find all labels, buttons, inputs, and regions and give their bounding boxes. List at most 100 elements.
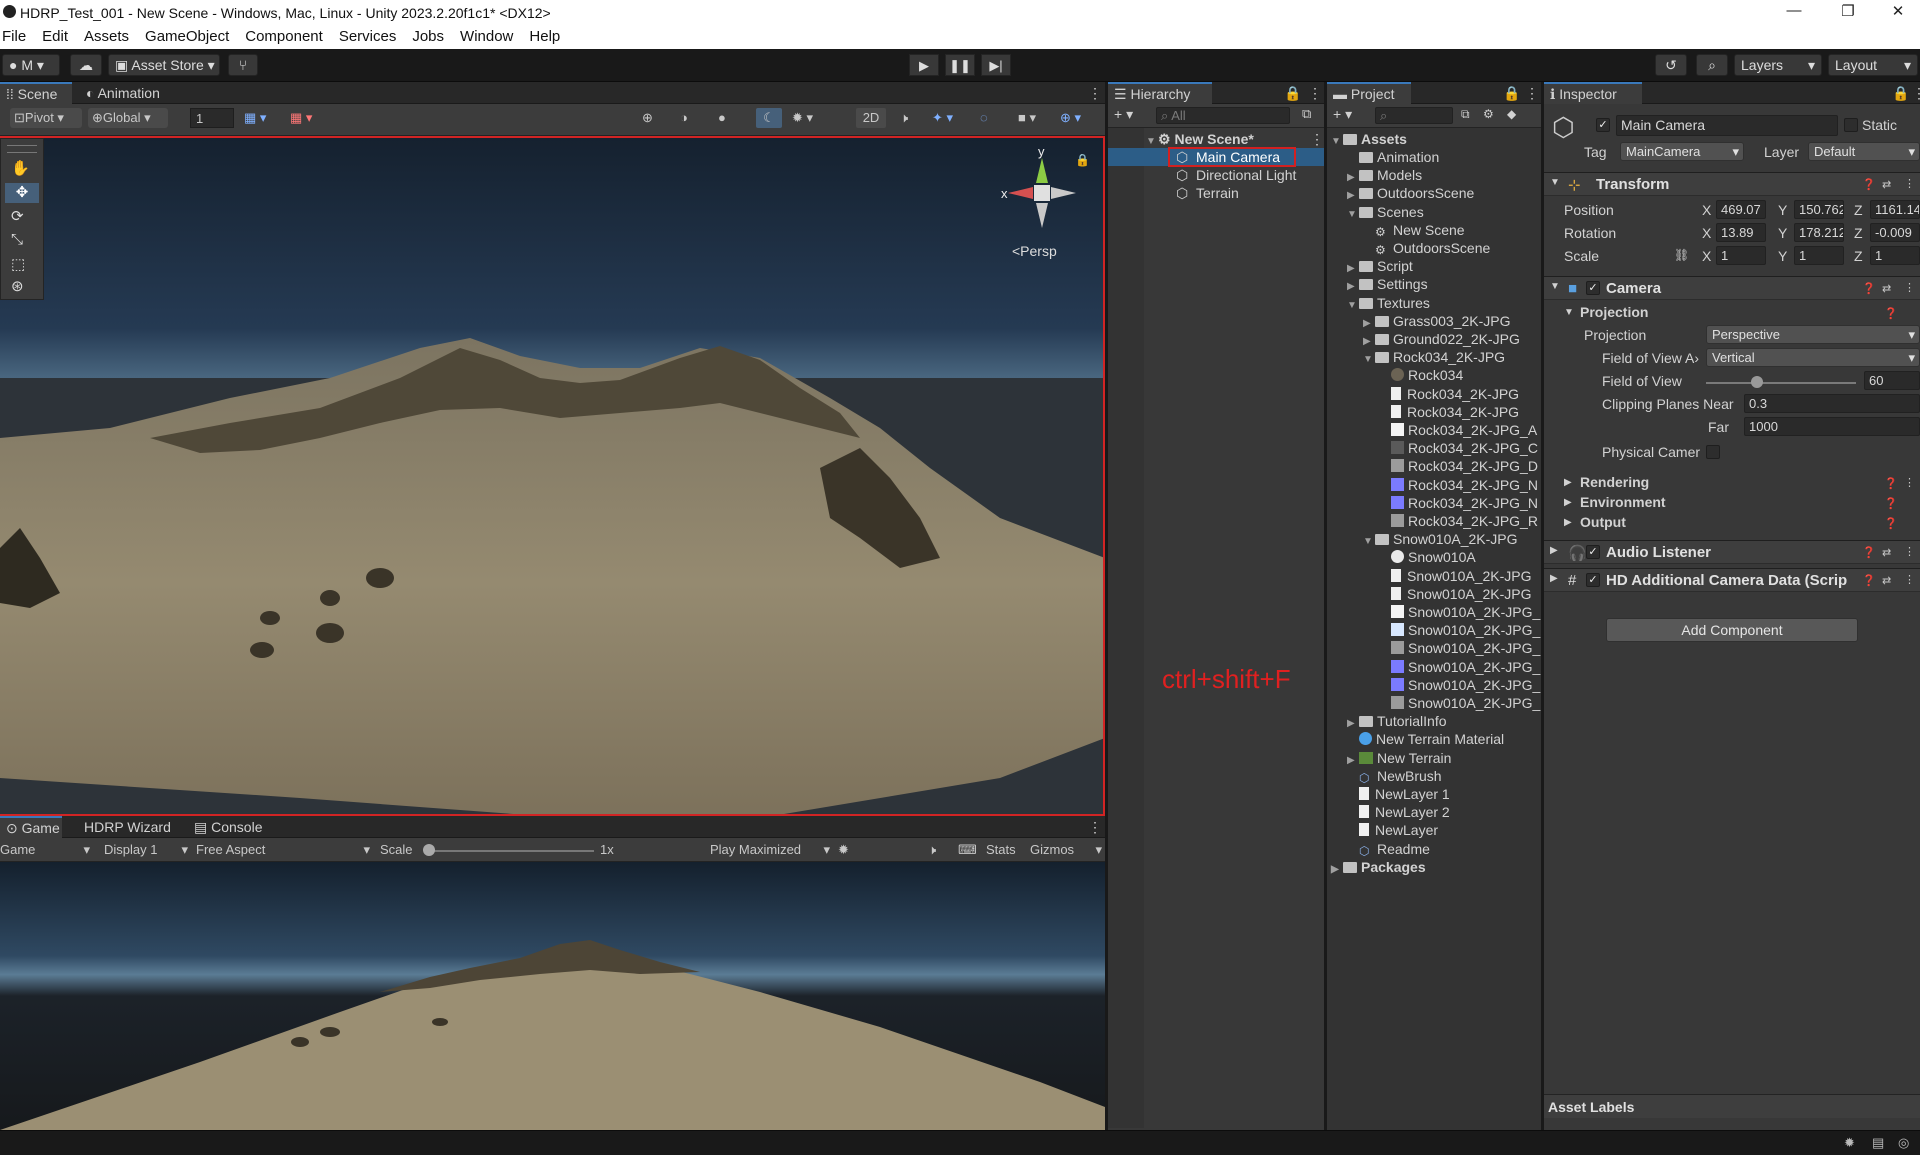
position-x-field[interactable]: 469.07 [1716,200,1766,219]
component-menu-icon[interactable]: ⋮ [1904,573,1915,586]
menu-jobs[interactable]: Jobs [404,25,452,47]
scale-x-field[interactable]: 1 [1716,246,1766,265]
display-dropdown[interactable]: Display 1 ▾ [104,840,188,860]
project-item[interactable]: ▼ Snow010A_2K-JPG [1363,530,1541,548]
project-item[interactable]: Rock034_2K-JPG [1379,403,1541,421]
fov-slider-thumb[interactable] [1751,376,1763,388]
scene-menu-icon[interactable]: ⋮ [1310,130,1324,148]
help-icon[interactable]: ❓ [1862,546,1876,559]
scene-tab-menu[interactable]: ⋮ [1082,82,1108,104]
hierarchy-item-terrain[interactable]: ⬡ Terrain [1108,184,1324,202]
rotation-x-field[interactable]: 13.89 [1716,223,1766,242]
project-item[interactable]: Snow010A_2K-JPG_ [1379,658,1541,676]
constrain-proportions-icon[interactable]: ⛓ [1674,248,1689,262]
project-item[interactable]: Snow010A_2K-JPG [1379,585,1541,603]
project-item[interactable]: Rock034_2K-JPG_D [1379,457,1541,475]
project-item[interactable]: Rock034_2K-JPG_N [1379,476,1541,494]
grid-toggle[interactable]: ▦ ▾ [244,108,278,128]
move-tool-icon[interactable]: ✥ [5,183,39,203]
environment-section[interactable]: Environment [1580,494,1666,510]
help-icon[interactable]: ❓ [1862,178,1876,191]
cache-server-icon[interactable]: ◎ [1898,1135,1909,1151]
near-clip-field[interactable]: 0.3 [1744,394,1920,413]
static-checkbox[interactable] [1844,118,1858,132]
project-item[interactable]: ▼ Rock034_2K-JPG [1363,348,1541,366]
chevron-down-icon[interactable]: ▼ [1564,307,1574,318]
project-item[interactable]: Rock034_2K-JPG_C [1379,439,1541,457]
global-dropdown[interactable]: ⊕Global ▾ [88,108,168,128]
project-search-input[interactable]: ⌕ [1375,107,1453,124]
persp-label[interactable]: <Persp [1012,243,1057,259]
help-icon[interactable]: ❓ [1884,517,1898,530]
project-item[interactable]: Rock034_2K-JPG [1379,385,1541,403]
project-item[interactable]: Rock034 [1379,366,1541,384]
chevron-right-icon[interactable]: ▶ [1363,333,1375,348]
search-button[interactable]: ⌕ [1696,54,1728,76]
aspect-dropdown[interactable]: Free Aspect ▾ [196,840,370,860]
camera-settings-dropdown[interactable]: ■ ▾ [1018,108,1052,128]
hierarchy-item-directional-light[interactable]: ⬡ Directional Light [1108,166,1324,184]
project-item[interactable]: ▶ OutdoorsScene [1347,184,1541,202]
scale-slider-thumb[interactable] [423,844,435,856]
tab-hdrp-wizard[interactable]: HDRP Wizard [78,816,177,838]
inspector-menu-icon[interactable]: ⋮ [1906,82,1920,104]
component-menu-icon[interactable]: ⋮ [1904,177,1915,190]
account-button[interactable]: ● M ▾ [2,54,60,76]
far-clip-field[interactable]: 1000 [1744,417,1920,436]
chevron-right-icon[interactable]: ▶ [1347,278,1359,293]
project-item[interactable]: Snow010A_2K-JPG_ [1379,621,1541,639]
audio-toggle[interactable]: 🕨 [900,108,922,128]
chevron-right-icon[interactable]: ▶ [1347,187,1359,202]
chevron-down-icon[interactable]: ▼ [1363,533,1375,548]
camera-header[interactable]: ▼ ■ ✓ Camera ❓ ⇄ ⋮ [1544,276,1920,300]
chevron-right-icon[interactable]: ▶ [1347,715,1359,730]
hand-tool-icon[interactable]: ✋ [11,159,30,177]
play-mode-dropdown[interactable]: Play Maximized ▾ [710,840,830,860]
help-icon[interactable]: ❓ [1884,477,1898,490]
frame-debugger-icon[interactable]: ✹ [838,840,849,860]
component-menu-icon[interactable]: ⋮ [1904,545,1915,558]
progress-icon[interactable]: ▤ [1872,1135,1884,1151]
gizmos-dropdown-game[interactable]: Gizmos ▾ [1030,840,1102,860]
project-item[interactable]: NewLayer [1347,821,1541,839]
active-checkbox[interactable]: ✓ [1596,118,1610,132]
fov-axis-dropdown[interactable]: Vertical ▾ [1706,348,1920,367]
pivot-dropdown[interactable]: ⊡Pivot ▾ [10,108,82,128]
tab-inspector[interactable]: ℹ Inspector [1544,82,1642,104]
project-item[interactable]: ▶ Models [1347,166,1541,184]
project-item[interactable]: New Terrain Material [1347,730,1541,748]
menu-services[interactable]: Services [331,25,405,47]
scene-root[interactable]: ▼ ⚙ New Scene* ⋮ [1146,130,1324,148]
mute-audio-icon[interactable]: 🕨 [928,840,936,860]
component-menu-icon[interactable]: ⋮ [1904,281,1915,294]
scale-z-field[interactable]: 1 [1870,246,1920,265]
hd-camera-data-header[interactable]: ▶ # ✓ HD Additional Camera Data (Scrip ❓… [1544,568,1920,592]
label-icon[interactable]: ◆ [1507,107,1516,121]
projection-section[interactable]: Projection [1580,304,1648,320]
project-root-assets[interactable]: ▼ Assets [1331,130,1407,148]
chevron-down-icon[interactable]: ▼ [1363,351,1375,366]
asset-labels-bar[interactable]: Asset Labels [1544,1094,1920,1118]
preset-icon[interactable]: ⇄ [1882,574,1891,587]
project-item[interactable]: ▶ Settings [1347,275,1541,293]
game-tab-menu[interactable]: ⋮ [1082,816,1108,838]
game-view-dropdown[interactable]: Game ▾ [0,840,90,860]
asset-store-button[interactable]: ▣ Asset Store ▾ [108,54,220,76]
chevron-right-icon[interactable]: ▶ [1347,260,1359,275]
hd-camera-data-checkbox[interactable]: ✓ [1586,573,1600,587]
shaded-wire-button[interactable]: ◑ [680,108,704,128]
chevron-right-icon[interactable]: ▶ [1347,169,1359,184]
hierarchy-search-input[interactable]: ⌕ All [1156,107,1290,124]
scene-viewport[interactable]: ✋ ✥ ⟳ ⤡ ⬚ ⊛ y x 🔒 <Persp [0,136,1105,816]
project-item[interactable]: NewLayer 2 [1347,803,1541,821]
minimize-button[interactable]: — [1774,2,1814,22]
chevron-right-icon[interactable]: ▶ [1564,517,1572,528]
menu-file[interactable]: File [0,25,34,47]
project-item[interactable]: ⚙ OutdoorsScene [1363,239,1541,257]
debug-draw-dropdown[interactable]: ✹ ▾ [792,108,826,128]
project-item[interactable]: ⚙ New Scene [1363,221,1541,239]
undo-history-button[interactable]: ↺ [1655,54,1687,76]
project-item[interactable]: Rock034_2K-JPG_A [1379,421,1541,439]
version-control-button[interactable]: ⑂ [228,54,258,76]
position-y-field[interactable]: 150.762 [1794,200,1844,219]
